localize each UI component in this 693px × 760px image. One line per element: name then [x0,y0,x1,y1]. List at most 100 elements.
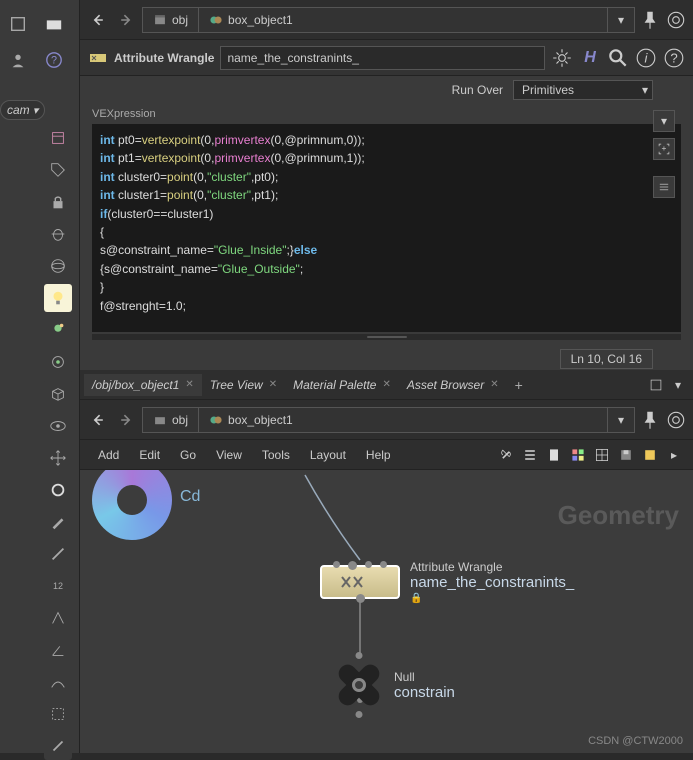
save-icon[interactable] [615,444,637,466]
crumb-label: obj [172,13,188,27]
svg-text:?: ? [51,55,57,67]
menu-bar: AddEditGoViewToolsLayoutHelp ▸ [80,440,693,470]
slider-icon[interactable] [653,176,675,198]
breadcrumb[interactable]: obj box_object1 ▾ [142,7,635,33]
caret-icon[interactable]: ▸ [663,444,685,466]
tab[interactable]: /obj/box_object1✕ [84,374,202,396]
layout-icon[interactable] [591,444,613,466]
breadcrumb[interactable]: obj box_object1 ▾ [142,407,635,433]
move-icon[interactable] [44,444,72,472]
run-over-label: Run Over [452,83,503,97]
select-icon[interactable] [44,700,72,728]
path-bar: obj box_object1 ▾ [80,0,693,40]
node-attribute-wrangle[interactable]: Attribute Wrangle name_the_constranints_… [320,560,574,604]
bug-icon[interactable] [44,220,72,248]
context-label: Geometry [558,500,679,531]
add-tab-button[interactable]: + [507,373,531,397]
eye-icon[interactable] [44,412,72,440]
node-name-input[interactable] [220,46,545,70]
forward-button[interactable] [114,408,138,432]
resize-handle[interactable] [92,334,681,340]
search-icon[interactable] [607,47,629,69]
pane-icon[interactable] [645,374,667,396]
sweep-icon[interactable] [44,604,72,632]
node-header: Attribute Wrangle H i ? [80,40,693,76]
curve-icon[interactable] [44,668,72,696]
person-icon[interactable] [4,46,32,74]
cd-label: Cd [180,488,200,506]
cd-visualizer [92,470,172,540]
list-icon[interactable] [519,444,541,466]
menu-tools[interactable]: Tools [252,444,300,466]
pin-icon[interactable] [639,9,661,31]
tool-icon[interactable] [44,732,72,760]
light-icon[interactable] [44,284,72,312]
run-over-row: Run Over Primitives [80,76,693,104]
node-null[interactable]: Null constrain [334,660,455,710]
menu-icon[interactable]: ▾ [667,374,689,396]
angle-icon[interactable] [44,636,72,664]
tab[interactable]: Material Palette✕ [285,374,399,396]
shelf-icon[interactable] [44,124,72,152]
forward-button[interactable] [114,8,138,32]
svg-text:?: ? [670,50,677,65]
cube-icon[interactable] [44,380,72,408]
camera-dropdown[interactable]: cam ▾ [0,100,45,120]
pen-icon[interactable] [44,540,72,568]
dropdown-icon[interactable]: ▾ [653,110,675,132]
close-icon[interactable]: ✕ [185,379,193,390]
target-icon[interactable] [665,409,687,431]
tab[interactable]: Tree View✕ [202,374,285,396]
pin-icon[interactable] [639,409,661,431]
run-over-dropdown[interactable]: Primitives [513,80,653,100]
code-editor[interactable]: int pt0=vertexpoint(0,primvertex(0,@prim… [92,124,681,332]
measure-icon[interactable]: 12 [44,572,72,600]
tab-bar: /obj/box_object1✕Tree View✕Material Pale… [80,370,693,400]
close-icon[interactable]: ✕ [382,379,390,390]
menu-layout[interactable]: Layout [300,444,356,466]
node-type-label: Attribute Wrangle [114,51,214,65]
circle-icon[interactable] [44,476,72,504]
tab[interactable]: Asset Browser✕ [399,374,507,396]
help-icon[interactable]: ? [40,46,68,74]
svg-text:i: i [645,50,649,65]
page-icon[interactable] [543,444,565,466]
close-icon[interactable]: ✕ [269,379,277,390]
target-icon[interactable] [665,9,687,31]
menu-add[interactable]: Add [88,444,129,466]
menu-view[interactable]: View [206,444,252,466]
menu-help[interactable]: Help [356,444,401,466]
tag-icon[interactable] [44,156,72,184]
node-type: Null [394,670,455,684]
menu-edit[interactable]: Edit [129,444,170,466]
back-button[interactable] [86,8,110,32]
crumb-label: box_object1 [228,13,293,27]
menu-go[interactable]: Go [170,444,206,466]
status-bar: Ln 10, Col 16 [80,348,693,370]
target-icon[interactable] [44,348,72,376]
path-bar-bottom: obj box_object1 ▾ [80,400,693,440]
back-button[interactable] [86,408,110,432]
grid-icon[interactable] [567,444,589,466]
light2-icon[interactable] [44,316,72,344]
node-type: Attribute Wrangle [410,560,574,574]
note-icon[interactable] [639,444,661,466]
houdini-icon[interactable]: H [579,47,601,69]
node-name: name_the_constranints_ [410,574,574,591]
watermark: CSDN @CTW2000 [588,735,683,747]
close-icon[interactable]: ✕ [490,379,498,390]
gear-icon[interactable] [551,47,573,69]
node-name: constrain [394,684,455,701]
expand-icon[interactable]: + [653,138,675,160]
wrench-icon[interactable] [495,444,517,466]
wrangle-icon [88,48,108,68]
help-icon[interactable]: ? [663,47,685,69]
tool-icon[interactable] [4,10,32,38]
globe-icon[interactable] [44,252,72,280]
tool-icon[interactable] [40,10,68,38]
info-icon[interactable]: i [635,47,657,69]
lock-icon[interactable] [44,188,72,216]
brush-icon[interactable] [44,508,72,536]
vex-label: VEXpression [80,104,693,124]
network-view[interactable]: Cd Geometry Attribute Wrangle name_the_c… [80,470,693,753]
